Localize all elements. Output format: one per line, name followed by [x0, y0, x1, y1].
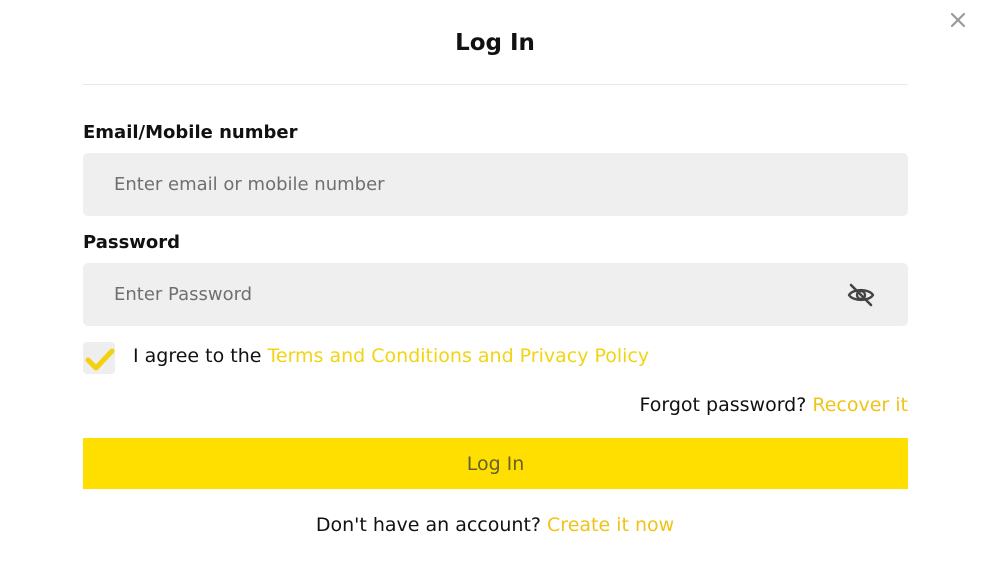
signup-row: Don't have an account? Create it now	[0, 514, 990, 536]
recover-link[interactable]: Recover it	[812, 394, 908, 416]
agreement-row: I agree to the Terms and Conditions and …	[83, 341, 649, 375]
checkmark-icon	[85, 348, 115, 371]
forgot-password-prefix: Forgot password?	[639, 394, 813, 416]
forgot-password-row: Forgot password? Recover it	[640, 394, 908, 416]
password-visibility-toggle[interactable]	[847, 282, 875, 308]
login-dialog: Log In Email/Mobile number Password I ag…	[0, 0, 990, 562]
password-label: Password	[83, 232, 181, 253]
terms-link[interactable]: Terms and Conditions and Privacy Policy	[268, 345, 650, 367]
agreement-text: I agree to the Terms and Conditions and …	[133, 345, 649, 367]
close-button[interactable]	[946, 8, 970, 32]
agree-checkbox[interactable]	[83, 342, 115, 374]
signup-prefix: Don't have an account?	[315, 514, 548, 536]
eye-off-icon	[847, 283, 875, 307]
password-input[interactable]	[83, 263, 908, 326]
email-field-container	[83, 153, 908, 216]
create-account-link[interactable]: Create it now	[547, 514, 674, 536]
agreement-prefix: I agree to the	[133, 345, 268, 367]
dialog-title: Log In	[455, 30, 535, 56]
email-input[interactable]	[83, 153, 908, 216]
login-button[interactable]: Log In	[83, 438, 908, 489]
password-field-container	[83, 263, 908, 326]
close-icon	[950, 12, 966, 28]
email-label: Email/Mobile number	[83, 122, 298, 143]
title-divider	[83, 84, 908, 85]
